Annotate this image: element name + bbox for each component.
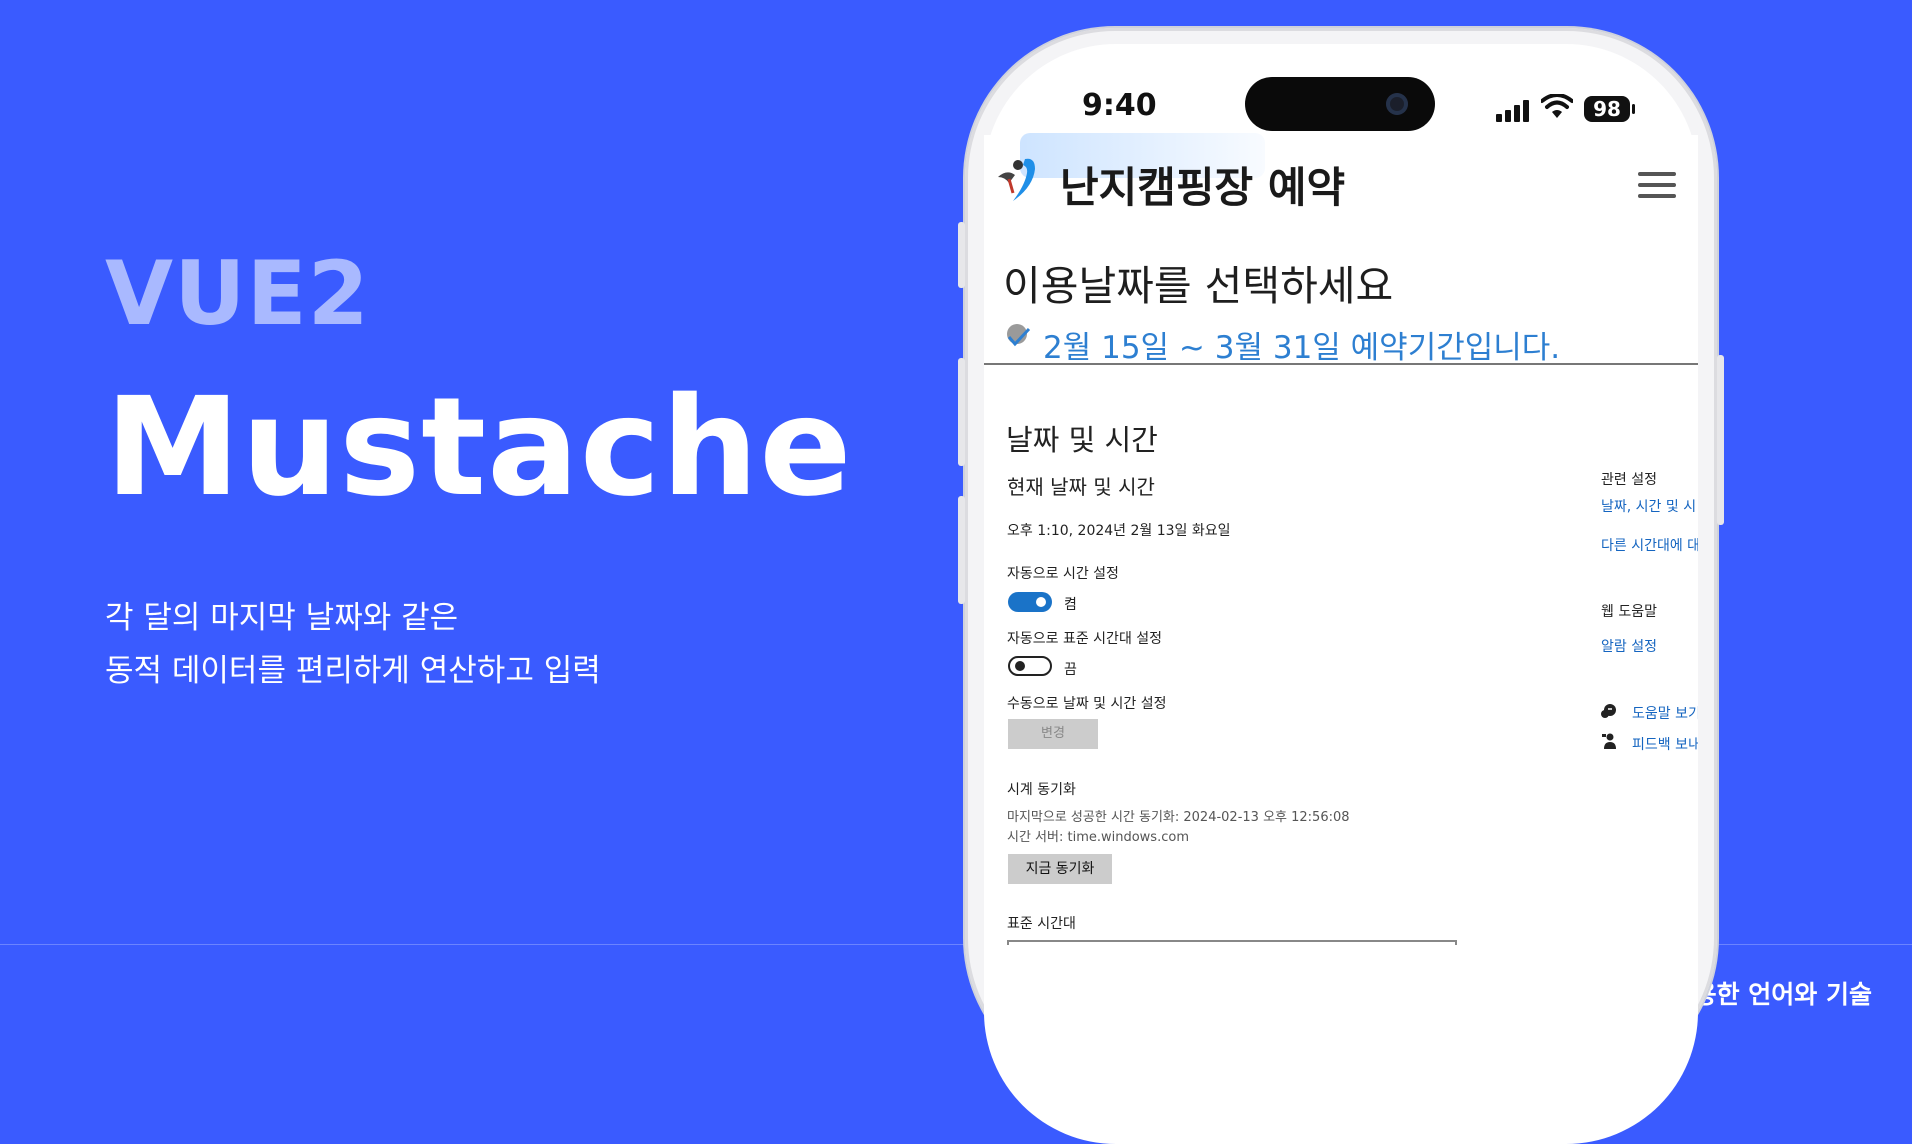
auto-timezone-label: 자동으로 표준 시간대 설정 xyxy=(1007,631,1163,647)
hero-framework: VUE2 xyxy=(105,250,370,338)
menu-icon[interactable] xyxy=(1638,172,1676,198)
framework-label: VUE2 xyxy=(105,242,370,345)
auto-timezone-toggle[interactable] xyxy=(1008,656,1052,676)
time-server-text: 시간 서버: time.windows.com xyxy=(1007,830,1189,845)
manual-datetime-label: 수동으로 날짜 및 시간 설정 xyxy=(1007,696,1167,712)
related-link-datetime[interactable]: 날짜, 시간 및 시 xyxy=(1601,496,1696,516)
phone-power-button xyxy=(1717,355,1724,525)
sync-now-button[interactable]: 지금 동기화 xyxy=(1008,854,1112,884)
datetime-settings-panel: 날짜 및 시간 현재 날짜 및 시간 오후 1:10, 2024년 2월 13일… xyxy=(984,365,1698,945)
select-date-heading: 이용날짜를 선택하세요 xyxy=(1003,262,1394,310)
change-button[interactable]: 변경 xyxy=(1008,719,1098,749)
last-sync-text: 마지막으로 성공한 시간 동기화: 2024-02-13 오후 12:56:08 xyxy=(1007,810,1350,825)
settings-section-title: 날짜 및 시간 xyxy=(1006,423,1158,457)
feature-title: Mustache xyxy=(105,369,853,527)
wifi-icon xyxy=(1541,94,1573,118)
hero-description: 각 달의 마지막 날짜와 같은 동적 데이터를 편리하게 연산하고 입력 xyxy=(105,592,601,698)
auto-time-label: 자동으로 시간 설정 xyxy=(1007,566,1119,582)
camera-icon xyxy=(1386,93,1408,115)
desc-line-2: 동적 데이터를 편리하게 연산하고 입력 xyxy=(105,653,601,689)
auto-time-toggle[interactable] xyxy=(1008,592,1052,612)
app-title: 난지캠핑장 예약 xyxy=(1060,163,1346,212)
help-chat-icon xyxy=(1601,704,1616,718)
check-pin-icon xyxy=(1007,324,1031,347)
desc-line-1: 각 달의 마지막 날짜와 같은 xyxy=(105,600,459,636)
campsite-logo-icon xyxy=(998,158,1035,201)
phone-volume-up xyxy=(958,358,965,466)
related-link-timezones[interactable]: 다른 시간대에 대 xyxy=(1601,535,1698,555)
timezone-dropdown[interactable] xyxy=(1007,940,1457,945)
phone-volume-down xyxy=(958,496,965,604)
battery-icon: 98 xyxy=(1584,96,1630,122)
related-settings-heading: 관련 설정 xyxy=(1601,472,1657,488)
status-time: 9:40 xyxy=(1082,88,1157,123)
clock-sync-heading: 시계 동기화 xyxy=(1007,782,1076,798)
feedback-icon xyxy=(1602,733,1616,749)
alarm-settings-link[interactable]: 알람 설정 xyxy=(1601,636,1657,656)
current-datetime-heading: 현재 날짜 및 시간 xyxy=(1007,475,1155,499)
send-feedback-link[interactable]: 피드백 보내 xyxy=(1632,734,1698,754)
reservation-period: 2월 15일 ~ 3월 31일 예약기간입니다. xyxy=(1043,330,1561,366)
get-help-link[interactable]: 도움말 보기 xyxy=(1632,703,1698,723)
phone-action-button xyxy=(958,222,965,288)
timezone-heading: 표준 시간대 xyxy=(1007,916,1076,932)
auto-timezone-state: 끔 xyxy=(1064,662,1077,678)
battery-tip xyxy=(1632,104,1635,114)
web-help-heading: 웹 도움말 xyxy=(1601,604,1657,620)
current-datetime-value: 오후 1:10, 2024년 2월 13일 화요일 xyxy=(1007,523,1231,539)
auto-time-state: 켬 xyxy=(1064,597,1077,613)
signal-icon xyxy=(1496,98,1532,122)
